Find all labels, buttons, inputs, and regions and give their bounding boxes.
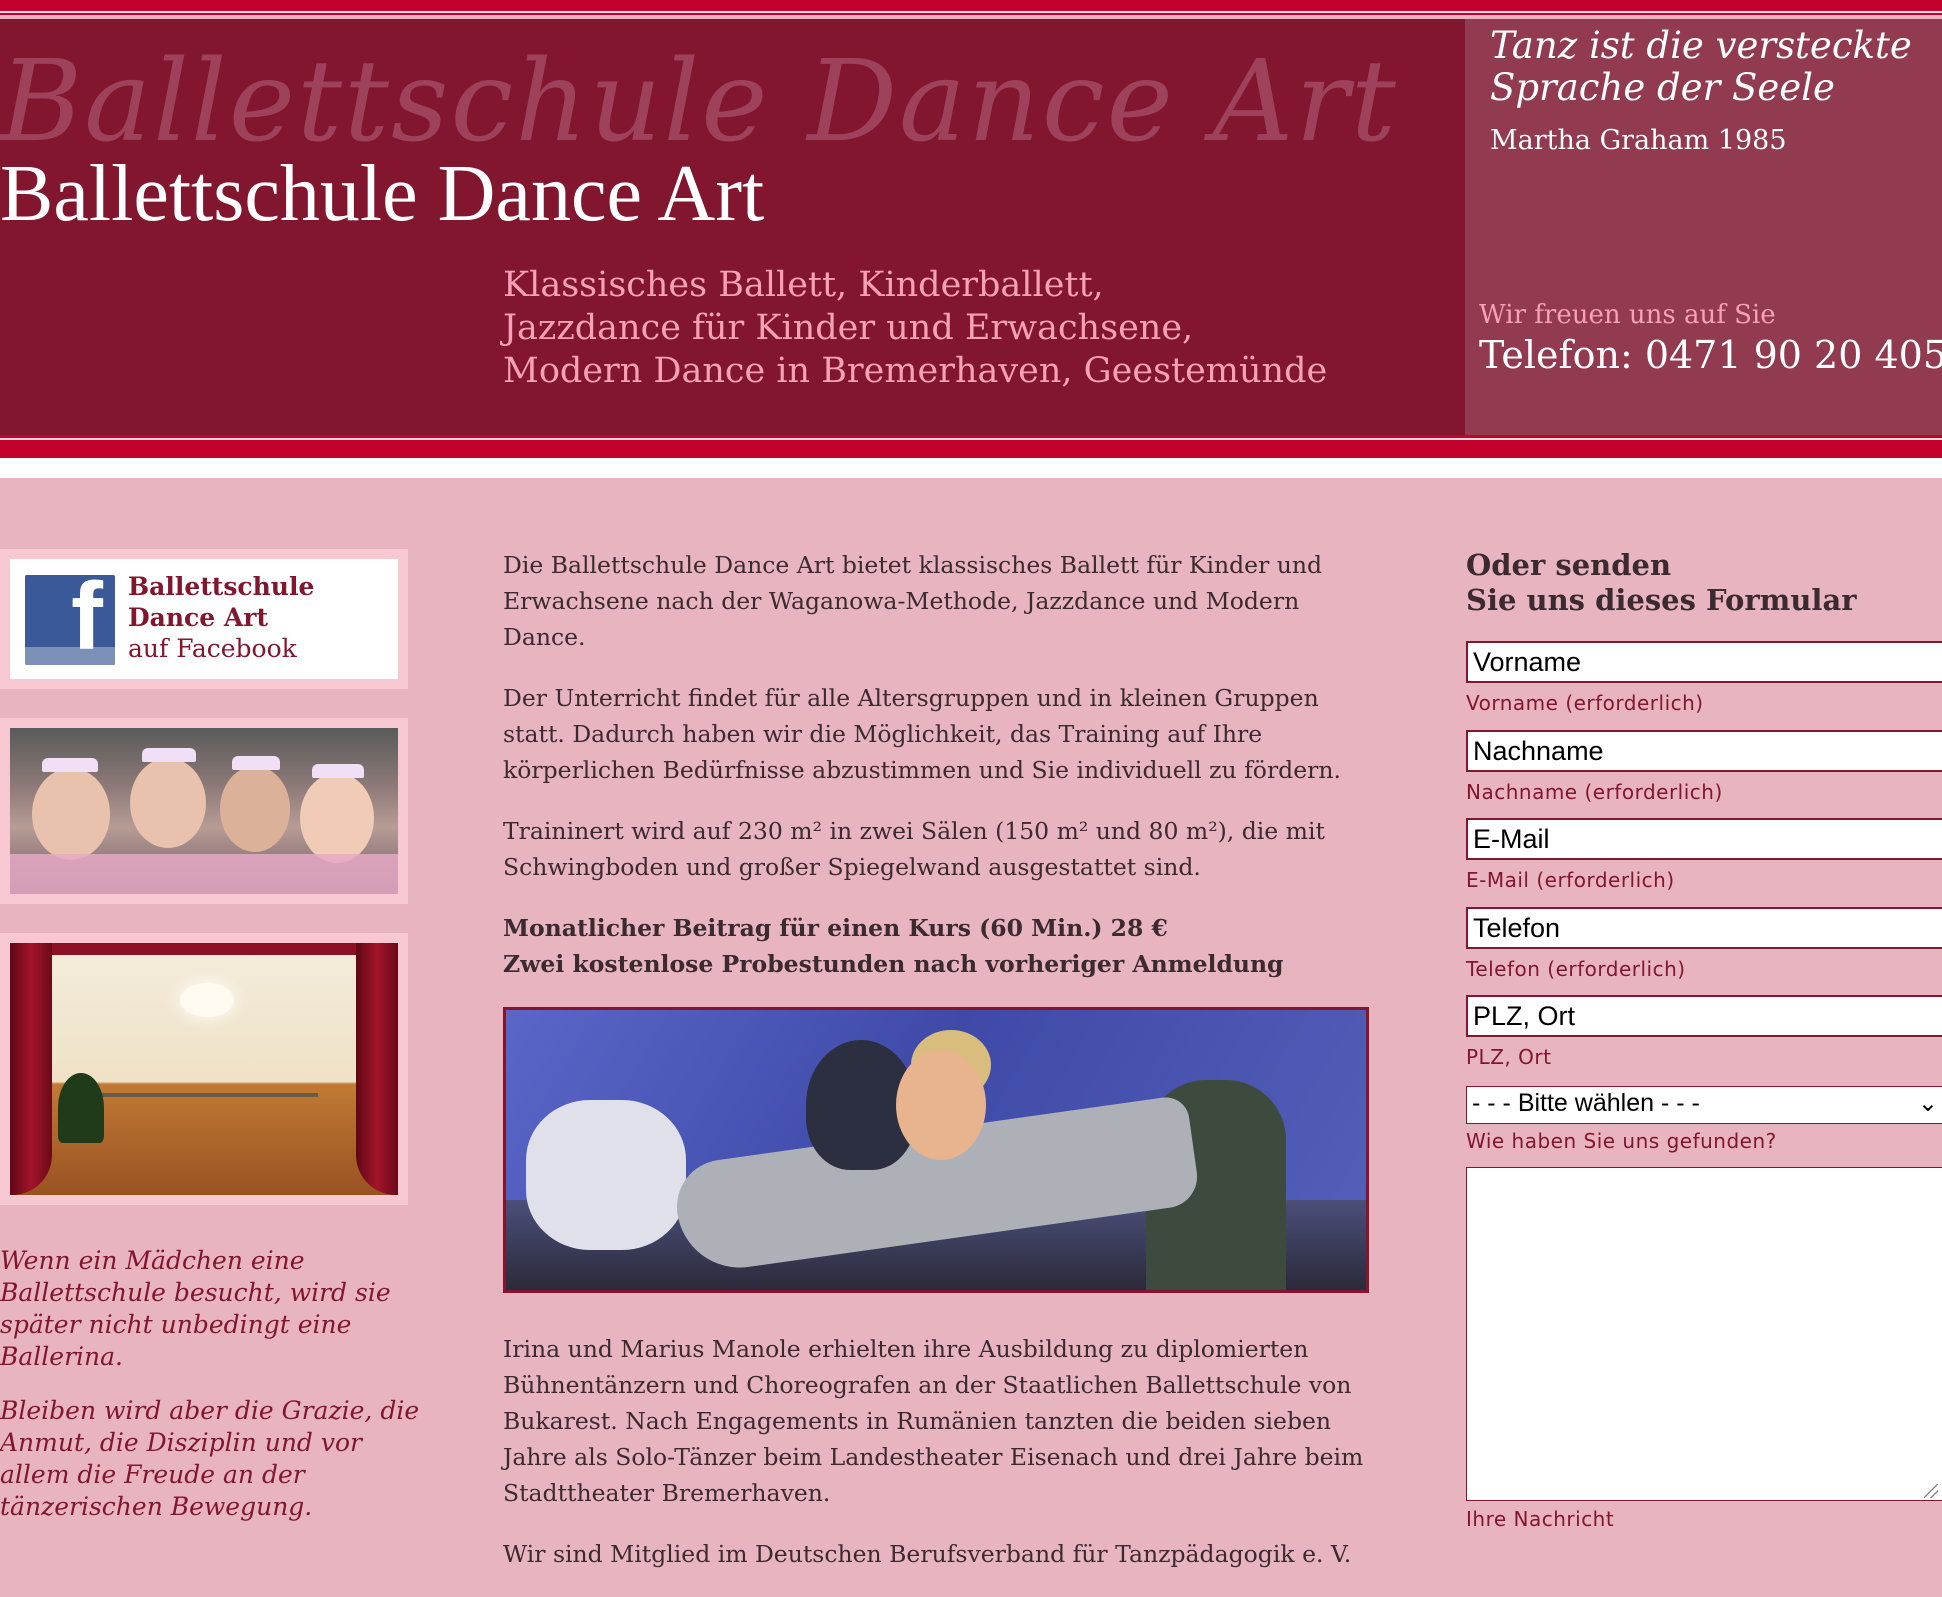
quote-line: Tanz ist die versteckte	[1490, 24, 1912, 67]
kids-ballet-photo	[10, 728, 398, 894]
welcome-text: Wir freuen uns auf Sie	[1479, 300, 1776, 330]
quote-author: Martha Graham 1985	[1490, 125, 1787, 156]
pricing-info: Monatlicher Beitrag für einen Kurs (60 M…	[503, 910, 1383, 982]
form-title: Oder senden Sie uns dieses Formular	[1466, 548, 1936, 618]
divider	[0, 458, 1942, 478]
trial-line: Zwei kostenlose Probestunden nach vorher…	[503, 950, 1284, 978]
subtitle-line: Jazzdance für Kinder und Erwachsene,	[503, 308, 1194, 348]
facebook-line: auf Facebook	[128, 634, 297, 663]
tutu	[10, 854, 398, 894]
quote-line: Sprache der Seele	[1490, 66, 1835, 109]
last-name-input[interactable]	[1466, 730, 1942, 772]
zip-city-input[interactable]	[1466, 995, 1942, 1037]
kids-photo-card	[0, 718, 408, 904]
tiara	[312, 764, 364, 778]
curtain-valance	[10, 943, 398, 955]
studio-hall-photo	[10, 943, 398, 1195]
header-subtitle: Klassisches Ballett, Kinderballett, Jazz…	[503, 264, 1403, 393]
resize-handle-icon[interactable]	[1924, 1484, 1938, 1498]
quote-paragraph: Bleiben wird aber die Grazie, die Anmut,…	[0, 1396, 420, 1521]
zip-city-label: PLZ, Ort	[1466, 1045, 1552, 1069]
form-title-line: Sie uns dieses Formular	[1466, 583, 1857, 617]
site-title: Ballettschule Dance Art	[0, 150, 765, 238]
tiara	[42, 758, 98, 772]
plant	[58, 1073, 104, 1143]
form-title-line: Oder senden	[1466, 548, 1672, 582]
curtain-left	[10, 943, 52, 1195]
header-quote: Tanz ist die versteckte Sprache der Seel…	[1490, 25, 1930, 109]
message-label: Ihre Nachricht	[1466, 1507, 1615, 1531]
script-logo: Ballettschule Dance Art	[0, 37, 1398, 167]
facebook-link[interactable]: f Ballettschule Dance Art auf Facebook	[10, 559, 398, 679]
ballet-barre	[100, 1093, 318, 1097]
child-face	[32, 768, 110, 860]
facebook-logo-letter: f	[71, 575, 103, 665]
subtitle-line: Klassisches Ballett, Kinderballett,	[503, 265, 1104, 305]
phone-label: Telefon (erforderlich)	[1466, 957, 1686, 981]
phone-number[interactable]: Telefon: 0471 90 20 405	[1479, 333, 1942, 377]
main-content: Die Ballettschule Dance Art bietet klass…	[503, 547, 1383, 1597]
tiara	[232, 756, 280, 770]
dancer-figure	[896, 1050, 986, 1160]
quote-paragraph: Wenn ein Mädchen eine Ballettschule besu…	[0, 1246, 391, 1371]
rooms-paragraph: Traininert wird auf 230 m² in zwei Sälen…	[503, 817, 1325, 881]
teachers-paragraph: Irina und Marius Manole erhielten ihre A…	[503, 1335, 1364, 1507]
intro-paragraph: Die Ballettschule Dance Art bietet klass…	[503, 551, 1323, 651]
dancer-figure	[526, 1100, 686, 1250]
subtitle-line: Modern Dance in Bremerhaven, Geestemünde	[503, 351, 1328, 391]
referral-select[interactable]: - - - Bitte wählen - - - ⌄	[1466, 1086, 1942, 1124]
email-label: E-Mail (erforderlich)	[1466, 868, 1675, 892]
facebook-link-text: Ballettschule Dance Art auf Facebook	[128, 571, 314, 664]
facebook-icon: f	[25, 575, 115, 665]
email-input[interactable]	[1466, 818, 1942, 860]
tiara	[142, 748, 196, 762]
facebook-card[interactable]: f Ballettschule Dance Art auf Facebook	[0, 549, 408, 689]
first-name-input[interactable]	[1466, 641, 1942, 683]
message-textarea[interactable]	[1466, 1167, 1942, 1501]
facebook-line: Ballettschule	[128, 572, 315, 601]
dance-photo	[503, 1007, 1369, 1293]
lessons-paragraph: Der Unterricht findet für alle Altersgru…	[503, 684, 1341, 784]
referral-select-value: - - - Bitte wählen - - -	[1472, 1089, 1700, 1117]
chandelier	[180, 983, 234, 1017]
top-stripe	[0, 0, 1942, 15]
referral-label: Wie haben Sie uns gefunden?	[1466, 1129, 1777, 1153]
curtain-right	[356, 943, 398, 1195]
last-name-label: Nachname (erforderlich)	[1466, 780, 1723, 804]
chevron-down-icon: ⌄	[1917, 1090, 1938, 1117]
child-face	[300, 773, 374, 863]
child-face	[220, 766, 290, 852]
facebook-line: Dance Art	[128, 603, 269, 632]
price-line: Monatlicher Beitrag für einen Kurs (60 M…	[503, 914, 1168, 942]
child-face	[130, 758, 206, 848]
phone-input[interactable]	[1466, 907, 1942, 949]
membership-paragraph: Wir sind Mitglied im Deutschen Berufsver…	[503, 1540, 1352, 1568]
left-quote: Wenn ein Mädchen eine Ballettschule besu…	[0, 1245, 420, 1545]
studio-photo-card	[0, 933, 408, 1205]
first-name-label: Vorname (erforderlich)	[1466, 691, 1704, 715]
bottom-stripe	[0, 435, 1942, 458]
